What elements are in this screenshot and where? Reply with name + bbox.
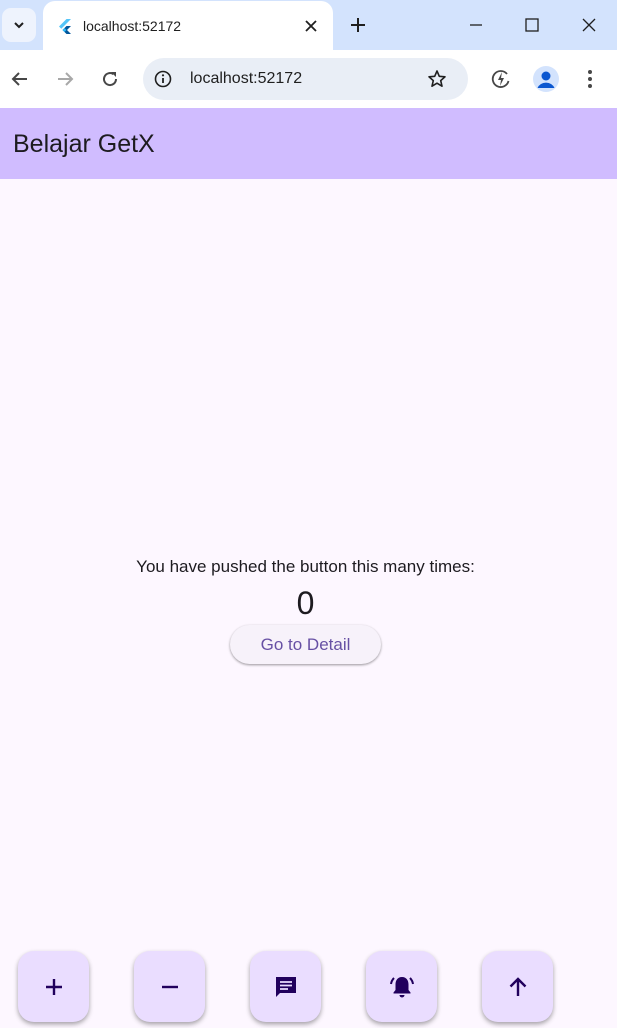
reload-icon bbox=[103, 72, 118, 87]
tab-title: localhost:52172 bbox=[83, 18, 182, 34]
tab-search-button[interactable] bbox=[2, 8, 36, 42]
page-title: Belajar GetX bbox=[13, 130, 155, 158]
site-info-button[interactable] bbox=[153, 69, 173, 89]
chevron-down-icon bbox=[14, 22, 24, 29]
browser-toolbar: localhost:52172 bbox=[0, 50, 617, 108]
arrow-up-icon bbox=[509, 976, 526, 996]
decrement-button[interactable] bbox=[134, 951, 205, 1022]
scroll-up-button[interactable] bbox=[482, 951, 553, 1022]
message-button[interactable] bbox=[250, 951, 321, 1022]
browser-tab-strip: localhost:52172 bbox=[0, 0, 617, 50]
new-tab-button[interactable] bbox=[346, 13, 370, 37]
reload-button[interactable] bbox=[98, 67, 122, 91]
notification-bell-icon bbox=[389, 976, 414, 997]
arrow-left-icon bbox=[11, 72, 27, 86]
go-to-detail-button[interactable]: Go to Detail bbox=[230, 625, 381, 664]
extension-button[interactable] bbox=[489, 67, 513, 91]
arrow-right-icon bbox=[58, 72, 74, 86]
counter-value: 0 bbox=[296, 585, 315, 621]
close-icon bbox=[305, 20, 317, 32]
url-text[interactable]: localhost:52172 bbox=[190, 70, 302, 88]
minimize-button[interactable] bbox=[464, 13, 488, 37]
close-window-button[interactable] bbox=[577, 13, 601, 37]
maximize-icon bbox=[525, 18, 539, 32]
bookmark-button[interactable] bbox=[426, 68, 448, 90]
minimize-icon bbox=[470, 24, 482, 26]
back-button[interactable] bbox=[8, 67, 32, 91]
browser-menu-button[interactable] bbox=[578, 67, 602, 91]
profile-avatar[interactable] bbox=[533, 66, 559, 92]
kebab-menu-icon bbox=[588, 70, 592, 88]
counter-label: You have pushed the button this many tim… bbox=[136, 557, 475, 576]
notification-button[interactable] bbox=[366, 951, 437, 1022]
tab-close-button[interactable] bbox=[301, 16, 321, 36]
performance-icon bbox=[491, 70, 510, 88]
close-icon bbox=[582, 18, 596, 32]
address-bar[interactable]: localhost:52172 bbox=[143, 58, 468, 100]
star-icon bbox=[428, 70, 446, 87]
browser-tab[interactable]: localhost:52172 bbox=[43, 1, 333, 50]
plus-icon bbox=[45, 978, 62, 995]
flutter-icon bbox=[59, 19, 71, 34]
forward-button[interactable] bbox=[53, 67, 77, 91]
info-icon bbox=[154, 70, 172, 88]
message-icon bbox=[275, 976, 296, 997]
maximize-button[interactable] bbox=[520, 13, 544, 37]
increment-button[interactable] bbox=[18, 951, 89, 1022]
minus-icon bbox=[161, 985, 178, 988]
plus-icon bbox=[351, 18, 365, 32]
avatar-icon bbox=[537, 71, 555, 88]
